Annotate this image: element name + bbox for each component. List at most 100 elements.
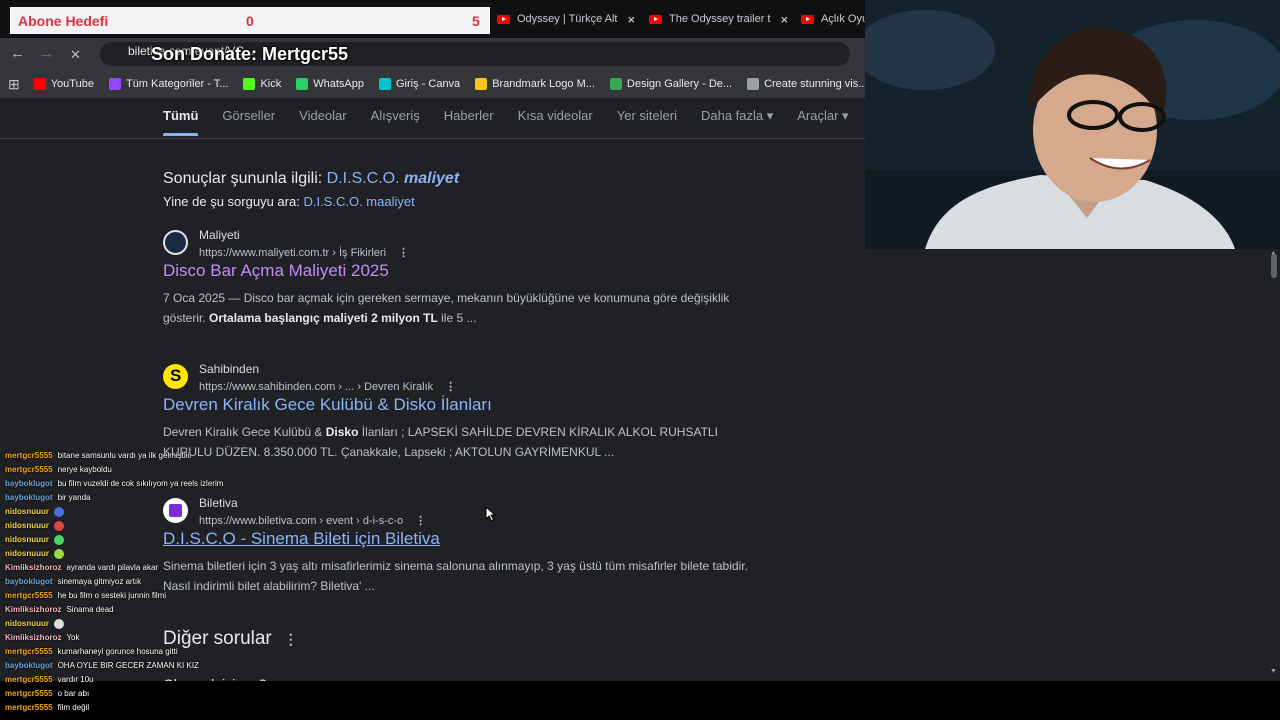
snippet-text-end: ile 5 ... [437, 311, 477, 325]
brandmark-icon [475, 78, 488, 90]
chat-message: mertgcr5555 nerye kayboldu [5, 463, 235, 477]
bookmark-label: Create stunning vis... [764, 78, 865, 90]
chat-message: mertgcr5555 he bu film o sesteki junnin f… [5, 589, 235, 603]
chat-text: he bu film o sesteki junnin filmi [57, 591, 167, 600]
circle-icon [747, 78, 760, 90]
chat-username: bayboklugot [5, 479, 53, 488]
tab-title: The Odyssey trailer t [669, 13, 771, 25]
result-url: https://www.maliyeti.com.tr › İş Fikirle… [199, 246, 409, 259]
tab-title: Açlık Oyun [821, 13, 865, 25]
bookmark-item[interactable]: Brandmark Logo M... [475, 78, 595, 90]
search-tabs: Tümü Görseller Videolar Alışveriş Haberler Kı… [163, 108, 873, 136]
search-tab[interactable]: Videolar [299, 108, 346, 136]
more-options-icon[interactable]: ⋮ [415, 515, 426, 527]
bookmark-label: WhatsApp [313, 78, 364, 90]
chat-username: mertgcr5555 [5, 647, 53, 656]
browser-tab[interactable]: The Odyssey trailer t × [649, 6, 789, 32]
chat-message: mertgcr5555 vardır 10u [5, 673, 235, 687]
chat-text: kumarhaneyi gorunce hosuna gitti [57, 647, 178, 656]
sahibinden-favicon-icon: S [163, 364, 188, 389]
more-options-icon[interactable]: ⋮ [398, 247, 409, 259]
corrected-query-plain: D.I.S.C.O. [326, 170, 400, 187]
chat-message: mertgcr5555 kumarhaneyi gorunce hosuna gi… [5, 645, 235, 659]
chat-message: nidosnuuur [5, 505, 235, 519]
result-site-name: Sahibinden [199, 362, 260, 376]
canva-icon [379, 78, 391, 90]
whatsapp-icon [296, 78, 309, 90]
snippet-text: Devren Kiralık Gece Kulübü & [163, 425, 326, 439]
forward-icon[interactable]: → [39, 45, 54, 62]
youtube-icon [33, 78, 46, 90]
chat-text: ayranda vardı pilavla akar [66, 563, 159, 572]
more-options-icon[interactable]: ⋮ [284, 631, 298, 647]
chat-message: bayboklugot OHA OYLE BIR GECER ZAMAN KI K… [5, 659, 235, 673]
correction-prefix: Sonuçlar şununla ilgili: [163, 170, 323, 187]
close-tab-icon[interactable]: × [627, 12, 635, 27]
spelling-correction: Sonuçlar şununla ilgili: D.I.S.C.O. mali… [163, 170, 459, 188]
chat-message: nidosnuuur [5, 533, 235, 547]
chat-text: bir yanda [57, 493, 91, 502]
search-tab[interactable]: Yer siteleri [617, 108, 677, 136]
result-snippet: Sinema biletleri için 3 yaş altı misafir… [163, 559, 748, 593]
bookmark-item[interactable]: Kick [243, 78, 281, 90]
search-tab[interactable]: Tümü [163, 108, 199, 136]
chat-message: bayboklugot bir yanda [5, 491, 235, 505]
chat-text: bu film vuzeldi de cok sıkılıyom ya reel… [57, 479, 224, 488]
result-url-text: https://www.maliyeti.com.tr › İş Fikirle… [199, 247, 387, 259]
chat-emote-icon [54, 520, 64, 531]
bookmark-item[interactable]: Design Gallery - De... [609, 78, 732, 90]
chat-emote-icon [54, 506, 64, 517]
search-tab[interactable]: Daha fazla ▾ [701, 108, 773, 136]
search-tab[interactable]: Görseller [222, 108, 275, 136]
apps-grid-icon[interactable]: ⊞ [8, 76, 20, 93]
chat-text: OHA OYLE BIR GECER ZAMAN KI KIZ [57, 661, 199, 670]
bookmark-label: Tüm Kategoriler - T... [125, 78, 229, 90]
close-tab-icon[interactable]: × [780, 12, 788, 27]
browser-tab[interactable]: Açlık Oyun [801, 6, 865, 32]
chat-message: mertgcr5555 film değil [5, 701, 235, 715]
chat-text: sinemaya gitmiyoz artık [57, 577, 142, 586]
chat-message: Kimliksizhoroz ayranda vardı pilavla akar [5, 561, 235, 575]
result-title-link[interactable]: Disco Bar Açma Maliyeti 2025 [163, 261, 389, 281]
retry-prefix: Yine de şu sorguyu ara: [163, 194, 300, 209]
search-tab[interactable]: Haberler [444, 108, 494, 136]
scrollbar-thumb[interactable] [1271, 254, 1277, 278]
browser-tab[interactable]: Odyssey | Türkçe Alt × [497, 6, 637, 32]
subscriber-goal-bar: Abone Hedefi 0 5 [10, 7, 490, 34]
original-query-link[interactable]: D.I.S.C.O. maaliyet [303, 194, 414, 209]
stop-loading-icon[interactable]: ✕ [70, 47, 81, 63]
bookmark-label: Brandmark Logo M... [492, 78, 595, 90]
scrollbar[interactable]: ▲ ▼ [1268, 250, 1280, 680]
bookmark-item[interactable]: Giriş - Canva [379, 78, 460, 90]
more-options-icon[interactable]: ⋮ [445, 381, 456, 393]
chat-message: bayboklugot sinemaya gitmiyoz artık [5, 575, 235, 589]
search-tab[interactable]: Araçlar ▾ [797, 108, 848, 136]
chat-emote-icon [54, 548, 64, 559]
bookmark-item[interactable]: YouTube [33, 78, 94, 90]
search-tab[interactable]: Alışveriş [371, 108, 420, 136]
result-title-link[interactable]: Devren Kiralık Gece Kulübü & Disko İlanl… [163, 395, 492, 415]
chat-username: nidosnuuur [5, 535, 49, 544]
scroll-down-icon[interactable]: ▼ [1270, 668, 1277, 675]
back-icon[interactable]: ← [10, 45, 25, 62]
bookmark-item[interactable]: Create stunning vis... [747, 78, 865, 90]
goal-target: 5 [472, 12, 480, 29]
sparkle-icon [609, 78, 622, 90]
bookmark-item[interactable]: Tüm Kategoriler - T... [108, 78, 229, 90]
chat-username: Kimliksizhoroz [5, 633, 62, 642]
corrected-query-bold: maliyet [404, 170, 460, 187]
search-tab[interactable]: Kısa videolar [518, 108, 593, 136]
chat-emote-icon [54, 534, 64, 545]
chat-message: bayboklugot bu film vuzeldi de cok sıkılı… [5, 477, 235, 491]
bookmark-item[interactable]: WhatsApp [296, 78, 364, 90]
chat-username: nidosnuuur [5, 619, 49, 628]
snippet-bold: Disko [325, 425, 359, 439]
corrected-query-link[interactable]: D.I.S.C.O. maliyet [327, 170, 460, 187]
kick-icon [243, 78, 256, 90]
chat-username: bayboklugot [5, 493, 53, 502]
chat-username: mertgcr5555 [5, 689, 53, 698]
tabs-divider [0, 138, 865, 139]
chat-username: bayboklugot [5, 661, 53, 670]
chat-text: Yok [66, 633, 80, 642]
chat-username: mertgcr5555 [5, 465, 53, 474]
